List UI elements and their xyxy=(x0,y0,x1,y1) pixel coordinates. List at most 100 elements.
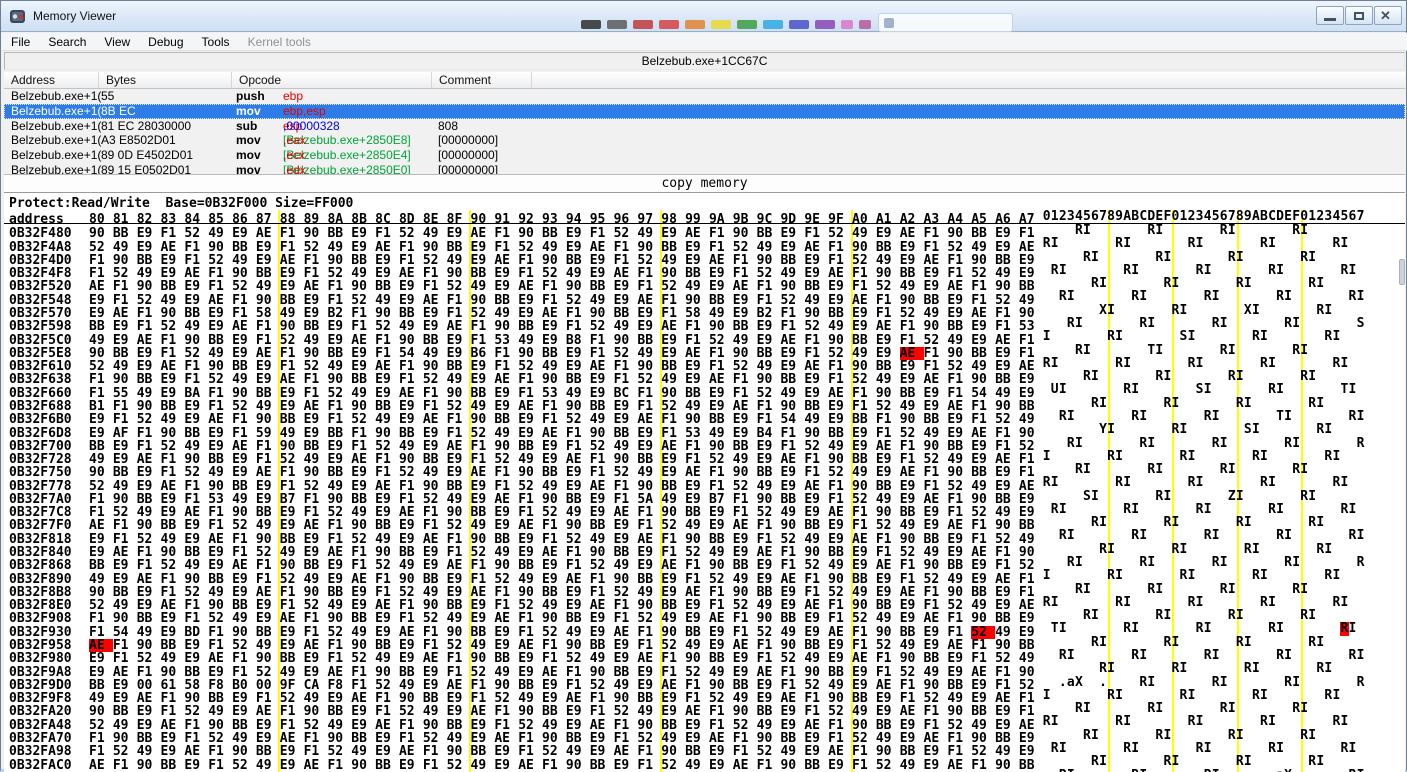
ascii-cell[interactable] xyxy=(1252,317,1260,330)
ascii-cell[interactable]: I xyxy=(1099,636,1107,649)
ascii-cell[interactable] xyxy=(1324,742,1332,755)
ascii-cell[interactable] xyxy=(1188,529,1196,542)
ascii-cell[interactable] xyxy=(1300,476,1308,489)
ascii-cell[interactable] xyxy=(1308,715,1316,728)
ascii-cell[interactable] xyxy=(1228,290,1236,303)
ascii-cell[interactable] xyxy=(1075,662,1083,675)
ascii-cell[interactable]: R xyxy=(1139,556,1147,569)
ascii-cell[interactable]: I xyxy=(1067,769,1075,772)
ascii-cell[interactable] xyxy=(1091,450,1099,463)
ascii-cell[interactable]: R xyxy=(1308,397,1316,410)
ascii-cell[interactable] xyxy=(1212,702,1220,715)
ascii-cell[interactable] xyxy=(1268,437,1276,450)
ascii-cell[interactable] xyxy=(1308,543,1316,556)
ascii-cell[interactable] xyxy=(1276,729,1284,742)
ascii-cell[interactable] xyxy=(1340,649,1348,662)
ascii-cell[interactable] xyxy=(1228,516,1236,529)
ascii-cell[interactable] xyxy=(1332,344,1340,357)
ascii-cell[interactable] xyxy=(1228,264,1236,277)
ascii-cell[interactable] xyxy=(1308,529,1316,542)
ascii-cell[interactable] xyxy=(1180,397,1188,410)
ascii-cell[interactable]: I xyxy=(1324,423,1332,436)
ascii-cell[interactable] xyxy=(1172,609,1180,622)
ascii-cell[interactable] xyxy=(1228,317,1236,330)
ascii-cell[interactable]: R xyxy=(1300,370,1308,383)
ascii-cell[interactable] xyxy=(1043,397,1051,410)
ascii-cell[interactable] xyxy=(1236,383,1244,396)
ascii-cell[interactable] xyxy=(1196,344,1204,357)
ascii-cell[interactable]: R xyxy=(1188,476,1196,489)
ascii-cell[interactable] xyxy=(1308,317,1316,330)
ascii-cell[interactable] xyxy=(1316,596,1324,609)
ascii-cell[interactable] xyxy=(1260,490,1268,503)
ascii-cell[interactable]: R xyxy=(1204,290,1212,303)
ascii-cell[interactable] xyxy=(1357,277,1365,290)
ascii-cell[interactable] xyxy=(1300,304,1308,317)
ascii-cell[interactable] xyxy=(1300,437,1308,450)
ascii-cell[interactable] xyxy=(1340,330,1348,343)
ascii-cell[interactable] xyxy=(1091,290,1099,303)
ascii-cell[interactable] xyxy=(1252,715,1260,728)
ascii-cell[interactable] xyxy=(1324,476,1332,489)
ascii-cell[interactable] xyxy=(1196,397,1204,410)
ascii-cell[interactable] xyxy=(1244,715,1252,728)
ascii-cell[interactable] xyxy=(1107,251,1115,264)
ascii-cell[interactable] xyxy=(1043,543,1051,556)
ascii-cell[interactable] xyxy=(1284,622,1292,635)
ascii-cell[interactable] xyxy=(1131,397,1139,410)
ascii-cell[interactable] xyxy=(1252,596,1260,609)
ascii-cell[interactable]: R xyxy=(1051,264,1059,277)
ascii-cell[interactable] xyxy=(1300,503,1308,516)
ascii-cell[interactable]: R xyxy=(1083,609,1091,622)
ascii-cell[interactable] xyxy=(1252,636,1260,649)
ascii-cell[interactable] xyxy=(1196,769,1204,772)
ascii-cell[interactable] xyxy=(1043,490,1051,503)
ascii-cell[interactable] xyxy=(1051,344,1059,357)
ascii-cell[interactable] xyxy=(1147,715,1155,728)
ascii-cell[interactable] xyxy=(1220,304,1228,317)
ascii-cell[interactable] xyxy=(1228,755,1236,768)
ascii-cell[interactable]: I xyxy=(1268,476,1276,489)
ascii-cell[interactable] xyxy=(1043,277,1051,290)
ascii-cell[interactable] xyxy=(1043,583,1051,596)
ascii-cell[interactable] xyxy=(1099,529,1107,542)
ascii-cell[interactable] xyxy=(1276,596,1284,609)
ascii-cell[interactable] xyxy=(1244,583,1252,596)
ascii-cell[interactable] xyxy=(1067,344,1075,357)
ascii-cell[interactable] xyxy=(1340,344,1348,357)
ascii-cell[interactable]: I xyxy=(1276,503,1284,516)
ascii-cell[interactable] xyxy=(1349,662,1357,675)
ascii-cell[interactable] xyxy=(1115,609,1123,622)
ascii-cell[interactable] xyxy=(1067,224,1075,237)
ascii-cell[interactable] xyxy=(1043,370,1051,383)
ascii-cell[interactable]: R xyxy=(1091,516,1099,529)
ascii-cell[interactable] xyxy=(1284,344,1292,357)
ascii-cell[interactable] xyxy=(1059,423,1067,436)
ascii-cell[interactable] xyxy=(1292,476,1300,489)
ascii-cell[interactable] xyxy=(1260,702,1268,715)
ascii-cell[interactable] xyxy=(1131,676,1139,689)
ascii-cell[interactable] xyxy=(1244,729,1252,742)
ascii-cell[interactable] xyxy=(1091,330,1099,343)
ascii-cell[interactable] xyxy=(1188,490,1196,503)
ascii-cell[interactable] xyxy=(1228,437,1236,450)
ascii-cell[interactable] xyxy=(1172,689,1180,702)
ascii-cell[interactable]: R xyxy=(1268,622,1276,635)
ascii-cell[interactable] xyxy=(1276,423,1284,436)
ascii-cell[interactable] xyxy=(1244,344,1252,357)
ascii-cell[interactable] xyxy=(1059,224,1067,237)
ascii-cell[interactable] xyxy=(1147,543,1155,556)
ascii-cell[interactable] xyxy=(1139,503,1147,516)
ascii-cell[interactable]: R xyxy=(1115,715,1123,728)
ascii-cell[interactable] xyxy=(1220,543,1228,556)
ascii-cell[interactable]: I xyxy=(1107,423,1115,436)
ascii-cell[interactable] xyxy=(1276,317,1284,330)
ascii-cell[interactable] xyxy=(1357,702,1365,715)
ascii-cell[interactable] xyxy=(1107,317,1115,330)
ascii-cell[interactable] xyxy=(1107,556,1115,569)
ascii-cell[interactable] xyxy=(1196,463,1204,476)
ascii-cell[interactable]: R xyxy=(1075,463,1083,476)
ascii-cell[interactable] xyxy=(1067,490,1075,503)
ascii-cell[interactable] xyxy=(1083,622,1091,635)
ascii-cell[interactable] xyxy=(1188,742,1196,755)
